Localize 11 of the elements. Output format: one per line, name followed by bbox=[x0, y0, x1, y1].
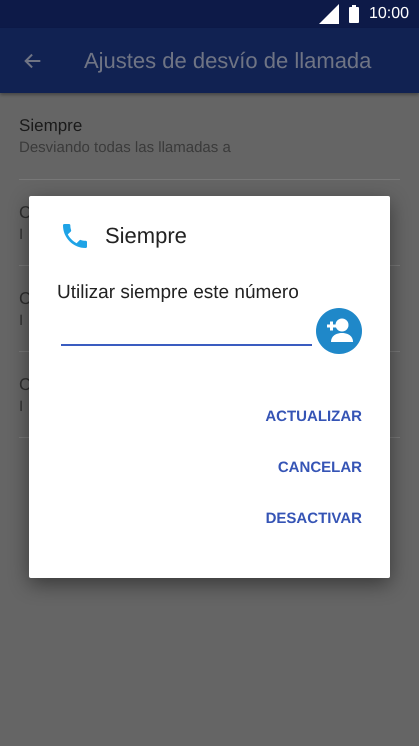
clock: 10:00 bbox=[368, 5, 409, 23]
dialog-button[interactable]: DESACTIVAR bbox=[266, 506, 362, 531]
add-contact-icon[interactable] bbox=[316, 308, 362, 354]
dialog-button[interactable]: ACTUALIZAR bbox=[265, 404, 362, 429]
screen-title: Ajustes de desvío de llamada bbox=[84, 48, 372, 74]
battery-icon bbox=[348, 5, 359, 23]
dialog-title: Siempre bbox=[105, 223, 187, 249]
dialog-button[interactable]: CANCELAR bbox=[278, 455, 362, 480]
setting-title[interactable]: Siempre bbox=[19, 116, 82, 136]
signal-icon bbox=[318, 4, 339, 24]
dialog-message: Utilizar siempre este número bbox=[57, 282, 299, 304]
